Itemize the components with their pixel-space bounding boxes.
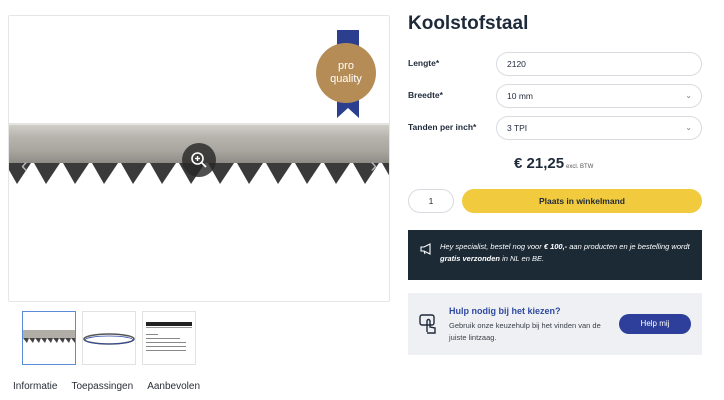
chevron-right-icon[interactable]: › [370, 156, 377, 176]
promo-amount: € 100,- [543, 242, 568, 251]
add-to-cart-button[interactable]: Plaats in winkelmand [462, 189, 702, 213]
thumbnail-blade-loop[interactable] [82, 311, 136, 365]
teeth-select[interactable]: 3 TPI ⌄ [496, 116, 702, 140]
help-box: Hulp nodig bij het kiezen? Gebruik onze … [408, 293, 702, 355]
length-value: 2120 [507, 59, 526, 69]
zoom-in-icon[interactable] [182, 143, 216, 177]
free-shipping-banner: Hey specialist, bestel nog voor € 100,- … [408, 230, 702, 280]
chevron-left-icon[interactable]: ‹ [21, 156, 28, 176]
promo-part-1: Hey specialist, bestel nog voor [440, 242, 544, 251]
promo-text: Hey specialist, bestel nog voor € 100,- … [440, 241, 696, 265]
chevron-down-icon: ⌄ [685, 91, 692, 100]
quantity-input[interactable]: 1 [408, 189, 454, 213]
help-me-button[interactable]: Help mij [619, 314, 691, 334]
help-title[interactable]: Hulp nodig bij het kiezen? [449, 306, 561, 316]
product-title: Koolstofstaal [408, 13, 529, 34]
promo-part-2: aan producten en je bestelling wordt [567, 242, 690, 251]
length-label: Lengte* [408, 58, 440, 68]
teeth-label: Tanden per inch* [408, 122, 477, 132]
tab-informatie[interactable]: Informatie [13, 381, 57, 392]
price-note: excl. BTW [566, 164, 594, 170]
price: € 21,25 excl. BTW [514, 155, 593, 172]
price-amount: € 21,25 [514, 155, 565, 172]
thumbnail-spec-sheet[interactable] [142, 311, 196, 365]
chevron-down-icon: ⌄ [685, 123, 692, 132]
pro-quality-badge: pro quality [316, 43, 376, 103]
teeth-value: 3 TPI [507, 123, 528, 133]
pointing-hand-icon [419, 314, 436, 334]
product-tabs: Informatie Toepassingen Aanbevolen [13, 381, 200, 392]
product-image-gallery[interactable]: ‹ › pro quality [8, 15, 390, 302]
thumbnail-blade-closeup[interactable] [22, 311, 76, 365]
width-select[interactable]: 10 mm ⌄ [496, 84, 702, 108]
badge-line-1: pro [338, 60, 354, 72]
tab-toepassingen[interactable]: Toepassingen [71, 381, 133, 392]
megaphone-icon [420, 243, 431, 255]
promo-part-3: in NL en BE. [500, 254, 545, 263]
length-input[interactable]: 2120 [496, 52, 702, 76]
help-text: Gebruik onze keuzehulp bij het vinden va… [449, 321, 601, 342]
badge-line-2: quality [330, 73, 362, 85]
tab-aanbevolen[interactable]: Aanbevolen [147, 381, 200, 392]
width-label: Breedte* [408, 90, 443, 100]
width-value: 10 mm [507, 91, 533, 101]
promo-highlight: gratis verzonden [440, 254, 501, 263]
